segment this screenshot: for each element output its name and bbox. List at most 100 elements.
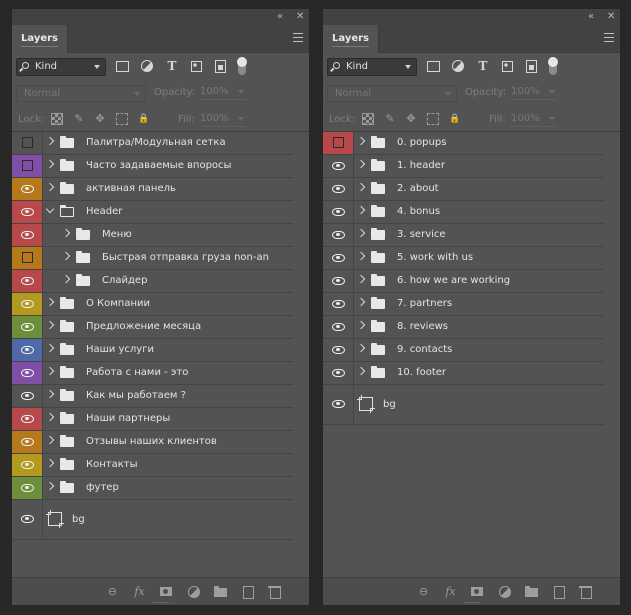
move-icon[interactable]: ✥ — [94, 113, 106, 125]
lock-icon[interactable]: 🔒 — [449, 113, 461, 125]
filter-adjustment-icon[interactable] — [140, 59, 154, 73]
filter-pixel-icon[interactable] — [115, 59, 129, 73]
chevron-right-icon[interactable] — [45, 343, 55, 353]
chevron-right-icon[interactable] — [356, 205, 366, 215]
chevron-right-icon[interactable] — [45, 182, 55, 192]
chevron-right-icon[interactable] — [45, 412, 55, 422]
chevron-right-icon[interactable] — [356, 159, 366, 169]
collapse-icon[interactable]: « — [588, 10, 594, 24]
layer-row[interactable]: Наши услуги — [12, 339, 293, 362]
layer-row[interactable]: О Компании — [12, 293, 293, 316]
layer-row[interactable]: футер — [12, 477, 293, 500]
tab-layers[interactable]: Layers — [323, 25, 379, 53]
layer-visibility-toggle[interactable] — [323, 293, 354, 315]
filter-kind-select[interactable]: Kind — [327, 58, 417, 76]
layer-visibility-toggle[interactable] — [12, 385, 43, 407]
filter-shape-icon[interactable] — [500, 59, 514, 73]
layer-row[interactable]: Наши партнеры — [12, 408, 293, 431]
filter-shape-icon[interactable] — [189, 59, 203, 73]
layer-visibility-toggle[interactable] — [12, 431, 43, 453]
adjustment-layer-icon[interactable] — [187, 585, 200, 598]
chevron-right-icon[interactable] — [45, 389, 55, 399]
chevron-right-icon[interactable] — [356, 366, 366, 376]
fx-icon[interactable]: fx — [133, 585, 146, 598]
layer-visibility-toggle[interactable] — [12, 339, 43, 361]
filter-type-icon[interactable]: T — [476, 59, 490, 73]
chevron-right-icon[interactable] — [356, 251, 366, 261]
resize-grip[interactable] — [463, 602, 480, 604]
filter-pixel-icon[interactable] — [426, 59, 440, 73]
chevron-right-icon[interactable] — [45, 320, 55, 330]
layer-visibility-toggle[interactable] — [12, 500, 43, 539]
chevron-down-icon[interactable] — [45, 204, 55, 214]
layer-row-bg[interactable]: bg — [323, 385, 604, 425]
layer-row[interactable]: Палитра/Модульная сетка — [12, 132, 293, 155]
blend-mode-select[interactable]: Normal — [327, 85, 457, 102]
layer-visibility-toggle[interactable] — [12, 408, 43, 430]
chevron-right-icon[interactable] — [45, 136, 55, 146]
blend-mode-select[interactable]: Normal — [16, 85, 146, 102]
layer-visibility-toggle[interactable] — [12, 155, 43, 177]
opacity-field[interactable]: 100% — [200, 85, 246, 100]
layer-row[interactable]: Быстрая отправка груза non-an — [12, 247, 293, 270]
layer-row[interactable]: Контакты — [12, 454, 293, 477]
chevron-right-icon[interactable] — [61, 251, 71, 261]
chevron-right-icon[interactable] — [45, 481, 55, 491]
panel-menu-icon[interactable] — [293, 33, 303, 42]
link-layers-icon[interactable]: ⊖ — [106, 585, 119, 598]
chevron-right-icon[interactable] — [356, 297, 366, 307]
add-mask-icon[interactable] — [471, 585, 484, 598]
artboard-icon[interactable] — [116, 113, 128, 125]
layer-visibility-toggle[interactable] — [323, 201, 354, 223]
move-icon[interactable]: ✥ — [405, 113, 417, 125]
layer-row[interactable]: Header — [12, 201, 293, 224]
chevron-right-icon[interactable] — [356, 320, 366, 330]
layer-visibility-toggle[interactable] — [12, 362, 43, 384]
layer-row-bg[interactable]: bg — [12, 500, 293, 540]
filter-kind-select[interactable]: Kind — [16, 58, 106, 76]
brush-icon[interactable]: ✎ — [384, 113, 396, 125]
layer-row[interactable]: 1. header — [323, 155, 604, 178]
add-mask-icon[interactable] — [160, 585, 173, 598]
lock-pixels-icon[interactable] — [362, 113, 374, 125]
chevron-right-icon[interactable] — [61, 274, 71, 284]
layer-visibility-toggle[interactable] — [323, 178, 354, 200]
layer-visibility-toggle[interactable] — [323, 362, 354, 384]
layer-row[interactable]: Работа с нами - это — [12, 362, 293, 385]
layer-row[interactable]: Предложение месяца — [12, 316, 293, 339]
new-layer-icon[interactable] — [241, 585, 254, 599]
layer-row[interactable]: 2. about — [323, 178, 604, 201]
layer-row[interactable]: Отзывы наших клиентов — [12, 431, 293, 454]
chevron-right-icon[interactable] — [45, 366, 55, 376]
chevron-right-icon[interactable] — [356, 182, 366, 192]
layer-row[interactable]: 0. popups — [323, 132, 604, 155]
collapse-icon[interactable]: « — [277, 10, 283, 24]
layer-row[interactable]: 6. how we are working — [323, 270, 604, 293]
layer-row[interactable]: 9. contacts — [323, 339, 604, 362]
layer-visibility-toggle[interactable] — [12, 201, 43, 223]
fill-field[interactable]: 100% — [511, 112, 557, 127]
new-group-icon[interactable] — [525, 585, 538, 598]
close-icon[interactable]: ✕ — [296, 10, 304, 24]
new-layer-icon[interactable] — [552, 585, 565, 599]
layer-row[interactable]: активная панель — [12, 178, 293, 201]
fill-field[interactable]: 100% — [200, 112, 246, 127]
filter-toggle-switch[interactable] — [548, 57, 558, 75]
filter-smart-object-icon[interactable] — [524, 59, 538, 73]
layer-visibility-toggle[interactable] — [12, 270, 43, 292]
artboard-icon[interactable] — [427, 113, 439, 125]
layer-visibility-toggle[interactable] — [323, 270, 354, 292]
trash-icon[interactable] — [579, 585, 592, 599]
layer-visibility-toggle[interactable] — [323, 339, 354, 361]
new-group-icon[interactable] — [214, 585, 227, 598]
layer-visibility-toggle[interactable] — [323, 155, 354, 177]
layer-visibility-toggle[interactable] — [323, 385, 354, 424]
layer-visibility-toggle[interactable] — [12, 454, 43, 476]
layer-row[interactable]: 4. bonus — [323, 201, 604, 224]
chevron-right-icon[interactable] — [45, 297, 55, 307]
filter-smart-object-icon[interactable] — [213, 59, 227, 73]
layer-row[interactable]: Слайдер — [12, 270, 293, 293]
layer-visibility-toggle[interactable] — [323, 316, 354, 338]
opacity-field[interactable]: 100% — [511, 85, 557, 100]
layer-visibility-toggle[interactable] — [12, 293, 43, 315]
